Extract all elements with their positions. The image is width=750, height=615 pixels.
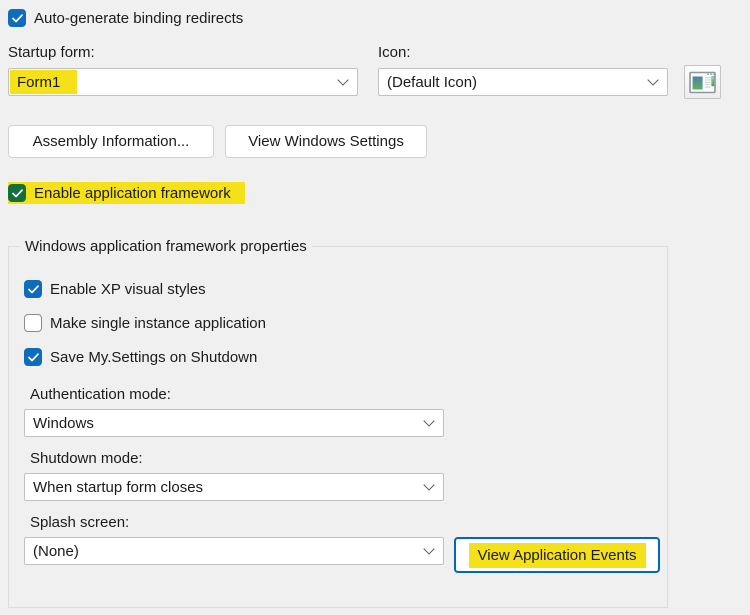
enable-xp-visual-styles-checkbox[interactable]: Enable XP visual styles — [24, 280, 206, 298]
view-application-events-label: View Application Events — [469, 543, 646, 568]
startup-form-value: Form1 — [17, 74, 60, 91]
chevron-down-icon — [337, 74, 348, 85]
groupbox-title: Windows application framework properties — [20, 237, 312, 256]
view-windows-settings-button[interactable]: View Windows Settings — [225, 125, 427, 158]
auto-generate-label: Auto-generate binding redirects — [34, 10, 243, 27]
splash-screen-value: (None) — [33, 543, 425, 560]
checkbox-checked[interactable] — [24, 348, 42, 366]
form-preview-icon — [689, 71, 716, 94]
checkbox-checked[interactable] — [8, 184, 26, 202]
save-mysettings-checkbox[interactable]: Save My.Settings on Shutdown — [24, 348, 257, 366]
check-icon — [12, 189, 23, 198]
checkbox-checked[interactable] — [24, 280, 42, 298]
enable-framework-label: Enable application framework — [34, 185, 231, 202]
shutdown-mode-dropdown[interactable]: When startup form closes — [24, 473, 444, 501]
icon-dropdown[interactable]: (Default Icon) — [378, 68, 668, 96]
auto-generate-binding-redirects-checkbox[interactable]: Auto-generate binding redirects — [8, 9, 243, 27]
check-icon — [28, 285, 39, 294]
chevron-down-icon — [423, 415, 434, 426]
icon-label: Icon: — [378, 44, 411, 61]
startup-form-value-highlight: Form1 — [10, 70, 77, 94]
view-application-events-button[interactable]: View Application Events — [454, 537, 660, 573]
chevron-down-icon — [423, 543, 434, 554]
startup-form-dropdown[interactable]: Form1 — [8, 68, 358, 96]
shutdown-mode-value: When startup form closes — [33, 479, 425, 496]
shutdown-mode-label: Shutdown mode: — [30, 450, 143, 467]
checkbox-unchecked[interactable] — [24, 314, 42, 332]
authentication-mode-value: Windows — [33, 415, 425, 432]
windows-application-framework-groupbox: Windows application framework properties… — [8, 246, 668, 608]
chevron-down-icon — [423, 479, 434, 490]
check-icon — [28, 353, 39, 362]
checkbox-label: Save My.Settings on Shutdown — [50, 349, 257, 366]
startup-form-label: Startup form: — [8, 44, 95, 61]
splash-screen-dropdown[interactable]: (None) — [24, 537, 444, 565]
check-icon — [12, 14, 23, 23]
checkbox-label: Enable XP visual styles — [50, 281, 206, 298]
icon-preview-button[interactable] — [684, 65, 721, 99]
chevron-down-icon — [647, 74, 658, 85]
checkbox-checked[interactable] — [8, 9, 26, 27]
splash-screen-label: Splash screen: — [30, 514, 129, 531]
checkbox-label: Make single instance application — [50, 315, 266, 332]
assembly-information-button[interactable]: Assembly Information... — [8, 125, 214, 158]
authentication-mode-label: Authentication mode: — [30, 386, 171, 403]
make-single-instance-checkbox[interactable]: Make single instance application — [24, 314, 266, 332]
enable-application-framework-checkbox[interactable]: Enable application framework — [8, 182, 245, 204]
icon-value: (Default Icon) — [387, 74, 649, 91]
authentication-mode-dropdown[interactable]: Windows — [24, 409, 444, 437]
